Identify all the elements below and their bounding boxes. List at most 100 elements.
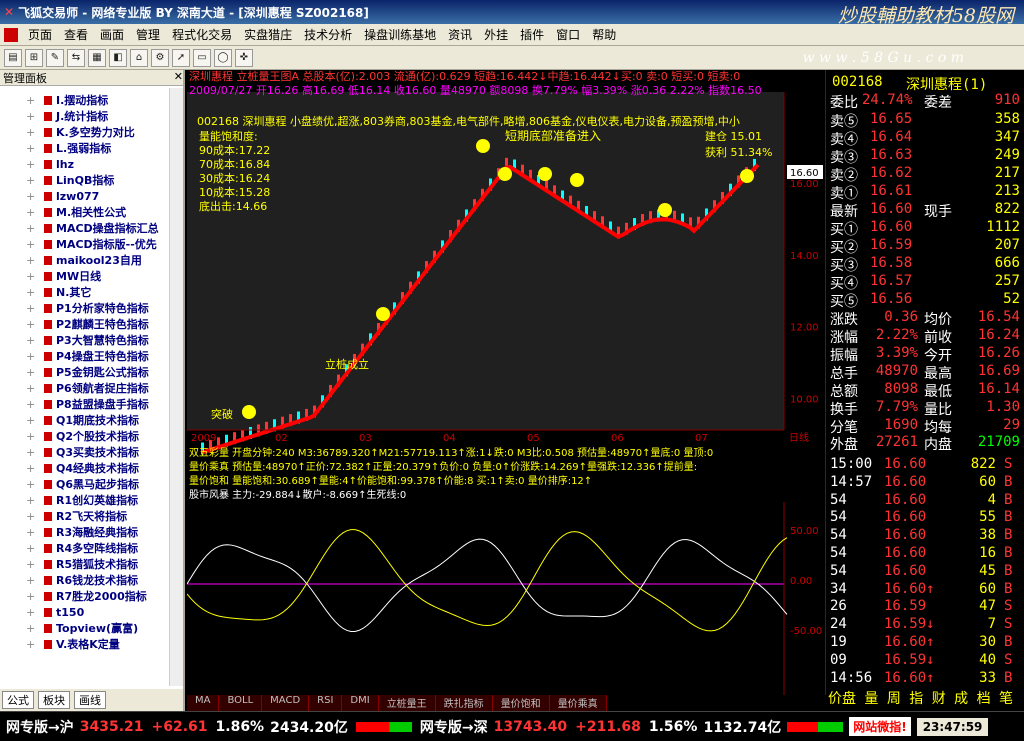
expand-icon[interactable]: +: [26, 350, 38, 363]
left-scrollbar[interactable]: [169, 88, 183, 686]
indicator-tab[interactable]: BOLL: [219, 695, 263, 711]
tree-item[interactable]: + R2飞天将指标: [0, 508, 170, 524]
expand-icon[interactable]: +: [26, 318, 38, 331]
expand-icon[interactable]: +: [26, 206, 38, 219]
tool-icon[interactable]: ✜: [235, 48, 253, 67]
menu-item[interactable]: 实盘猎庄: [238, 26, 298, 43]
tree-item[interactable]: + R3海融经典指标: [0, 524, 170, 540]
tree-item[interactable]: + P4操盘王特色指标: [0, 348, 170, 364]
menu-item[interactable]: 查看: [58, 26, 94, 43]
tree-item[interactable]: + Q6黑马起步指标: [0, 476, 170, 492]
tool-icon[interactable]: ▤: [4, 48, 22, 67]
menu-item[interactable]: 画面: [94, 26, 130, 43]
tool-icon[interactable]: ▭: [193, 48, 211, 67]
expand-icon[interactable]: +: [26, 174, 38, 187]
expand-icon[interactable]: +: [26, 478, 38, 491]
left-tab[interactable]: 画线: [74, 691, 106, 709]
tree-item[interactable]: + Q4经典技术指标: [0, 460, 170, 476]
expand-icon[interactable]: +: [26, 222, 38, 235]
tree-item[interactable]: + P6领航者捉庄指标: [0, 380, 170, 396]
expand-icon[interactable]: +: [26, 302, 38, 315]
tree-item[interactable]: + Q1期底技术指标: [0, 412, 170, 428]
tree-item[interactable]: + MACD操盘指标汇总: [0, 220, 170, 236]
tree-item[interactable]: + K.多空势力对比: [0, 124, 170, 140]
expand-icon[interactable]: +: [26, 574, 38, 587]
expand-icon[interactable]: +: [26, 190, 38, 203]
tree-item[interactable]: + lhz: [0, 156, 170, 172]
tree-item[interactable]: + P2麒麟王特色指标: [0, 316, 170, 332]
tool-icon[interactable]: ✎: [46, 48, 64, 67]
expand-icon[interactable]: +: [26, 510, 38, 523]
tool-icon[interactable]: ➚: [172, 48, 190, 67]
close-icon[interactable]: ✕: [174, 70, 183, 85]
expand-icon[interactable]: +: [26, 286, 38, 299]
expand-icon[interactable]: +: [26, 334, 38, 347]
tree-item[interactable]: + V.表格K定量: [0, 636, 170, 652]
tool-icon[interactable]: ◧: [109, 48, 127, 67]
tree-item[interactable]: + MACD指标版--优先: [0, 236, 170, 252]
expand-icon[interactable]: +: [26, 558, 38, 571]
expand-icon[interactable]: +: [26, 542, 38, 555]
expand-icon[interactable]: +: [26, 638, 38, 651]
indicator-tab[interactable]: MA: [187, 695, 220, 711]
indicator-tab[interactable]: 立桩量王: [378, 695, 436, 711]
menu-item[interactable]: 帮助: [586, 26, 622, 43]
kline-chart[interactable]: 深圳惠程 立桩量王图A 总股本(亿):2.003 流通(亿):0.629 短趋:…: [187, 70, 824, 695]
tool-icon[interactable]: ▦: [88, 48, 106, 67]
tool-icon[interactable]: ⇆: [67, 48, 85, 67]
indicator-tab[interactable]: RSI: [309, 695, 343, 711]
expand-icon[interactable]: +: [26, 446, 38, 459]
tool-icon[interactable]: ◯: [214, 48, 232, 67]
tree-item[interactable]: + R5猎狐技术指标: [0, 556, 170, 572]
expand-icon[interactable]: +: [26, 606, 38, 619]
expand-icon[interactable]: +: [26, 94, 38, 107]
menu-item[interactable]: 管理: [130, 26, 166, 43]
expand-icon[interactable]: +: [26, 366, 38, 379]
page-icon[interactable]: [4, 27, 18, 42]
tree-item[interactable]: + N.其它: [0, 284, 170, 300]
tree-item[interactable]: + P8益盟操盘手指标: [0, 396, 170, 412]
indicator-tab[interactable]: MACD: [262, 695, 310, 711]
left-tab[interactable]: 公式: [2, 691, 34, 709]
menu-item[interactable]: 操盘训练基地: [358, 26, 442, 43]
expand-icon[interactable]: +: [26, 414, 38, 427]
expand-icon[interactable]: +: [26, 622, 38, 635]
expand-icon[interactable]: +: [26, 462, 38, 475]
indicator-tab[interactable]: DMI: [342, 695, 379, 711]
expand-icon[interactable]: +: [26, 590, 38, 603]
expand-icon[interactable]: +: [26, 430, 38, 443]
tool-icon[interactable]: ⊞: [25, 48, 43, 67]
indicator-tab[interactable]: 量价饱和: [492, 695, 550, 711]
expand-icon[interactable]: +: [26, 382, 38, 395]
tree-item[interactable]: + t150: [0, 604, 170, 620]
tree-item[interactable]: + Q2个股技术指标: [0, 428, 170, 444]
menu-item[interactable]: 程式化交易: [166, 26, 238, 43]
chart-area[interactable]: 深圳惠程 立桩量王图A 总股本(亿):2.003 流通(亿):0.629 短趋:…: [187, 70, 824, 695]
expand-icon[interactable]: +: [26, 158, 38, 171]
expand-icon[interactable]: +: [26, 494, 38, 507]
tree-item[interactable]: + LinQB指标: [0, 172, 170, 188]
tool-icon[interactable]: ⚙: [151, 48, 169, 67]
expand-icon[interactable]: +: [26, 526, 38, 539]
expand-icon[interactable]: +: [26, 270, 38, 283]
expand-icon[interactable]: +: [26, 398, 38, 411]
menu-item[interactable]: 外挂: [478, 26, 514, 43]
menu-item[interactable]: 插件: [514, 26, 550, 43]
tree-item[interactable]: + MW日线: [0, 268, 170, 284]
menu-item[interactable]: 窗口: [550, 26, 586, 43]
tree-item[interactable]: + L.强弱指标: [0, 140, 170, 156]
tool-icon[interactable]: ⌂: [130, 48, 148, 67]
indicator-tab[interactable]: 量价乘真: [549, 695, 607, 711]
menu-item[interactable]: 页面: [22, 26, 58, 43]
tree-item[interactable]: + R7胜龙2000指标: [0, 588, 170, 604]
tree-item[interactable]: + lzw077: [0, 188, 170, 204]
expand-icon[interactable]: +: [26, 238, 38, 251]
tree-item[interactable]: + Q3买卖技术指标: [0, 444, 170, 460]
expand-icon[interactable]: +: [26, 254, 38, 267]
tree-item[interactable]: + Topview(赢富): [0, 620, 170, 636]
indicator-tab[interactable]: 跌扎指标: [435, 695, 493, 711]
menu-item[interactable]: 技术分析: [298, 26, 358, 43]
tree-item[interactable]: + maikool23自用: [0, 252, 170, 268]
tree-item[interactable]: + P3大智慧特色指标: [0, 332, 170, 348]
tree-item[interactable]: + I.摆动指标: [0, 92, 170, 108]
